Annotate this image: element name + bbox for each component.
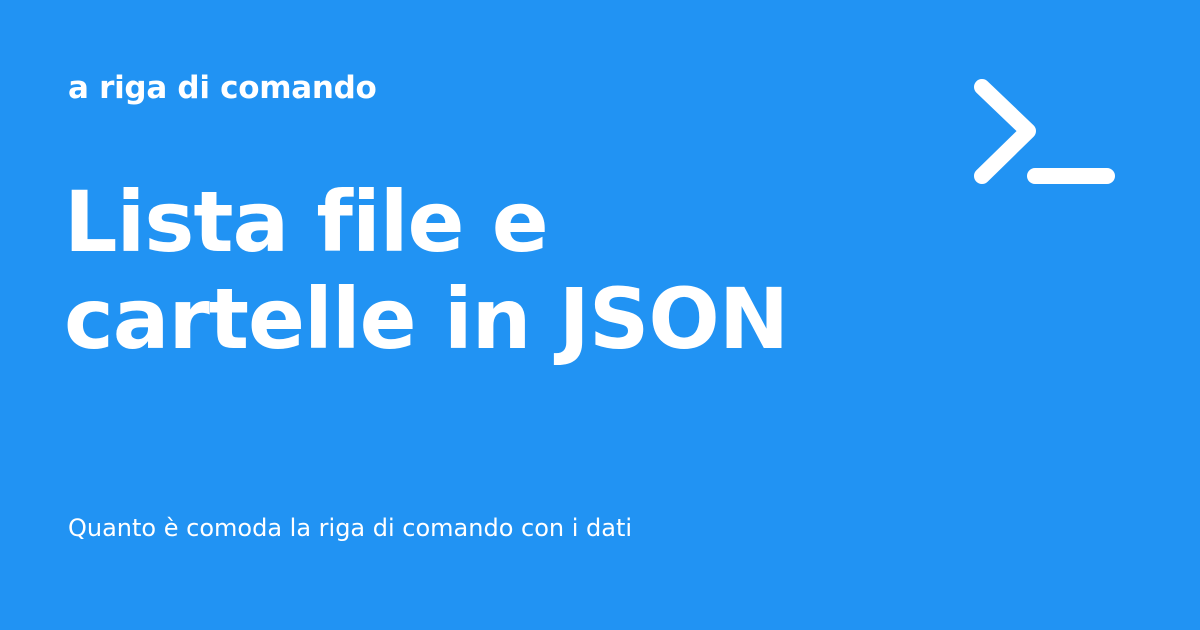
page-title: Lista file e cartelle in JSON — [64, 173, 789, 368]
terminal-prompt-icon — [974, 79, 1115, 184]
subtitle: Quanto è comoda la riga di comando con i… — [68, 514, 633, 542]
title-line-2: cartelle in JSON — [64, 270, 789, 368]
category-label: a riga di comando — [68, 70, 377, 106]
title-line-1: Lista file e — [64, 173, 549, 271]
